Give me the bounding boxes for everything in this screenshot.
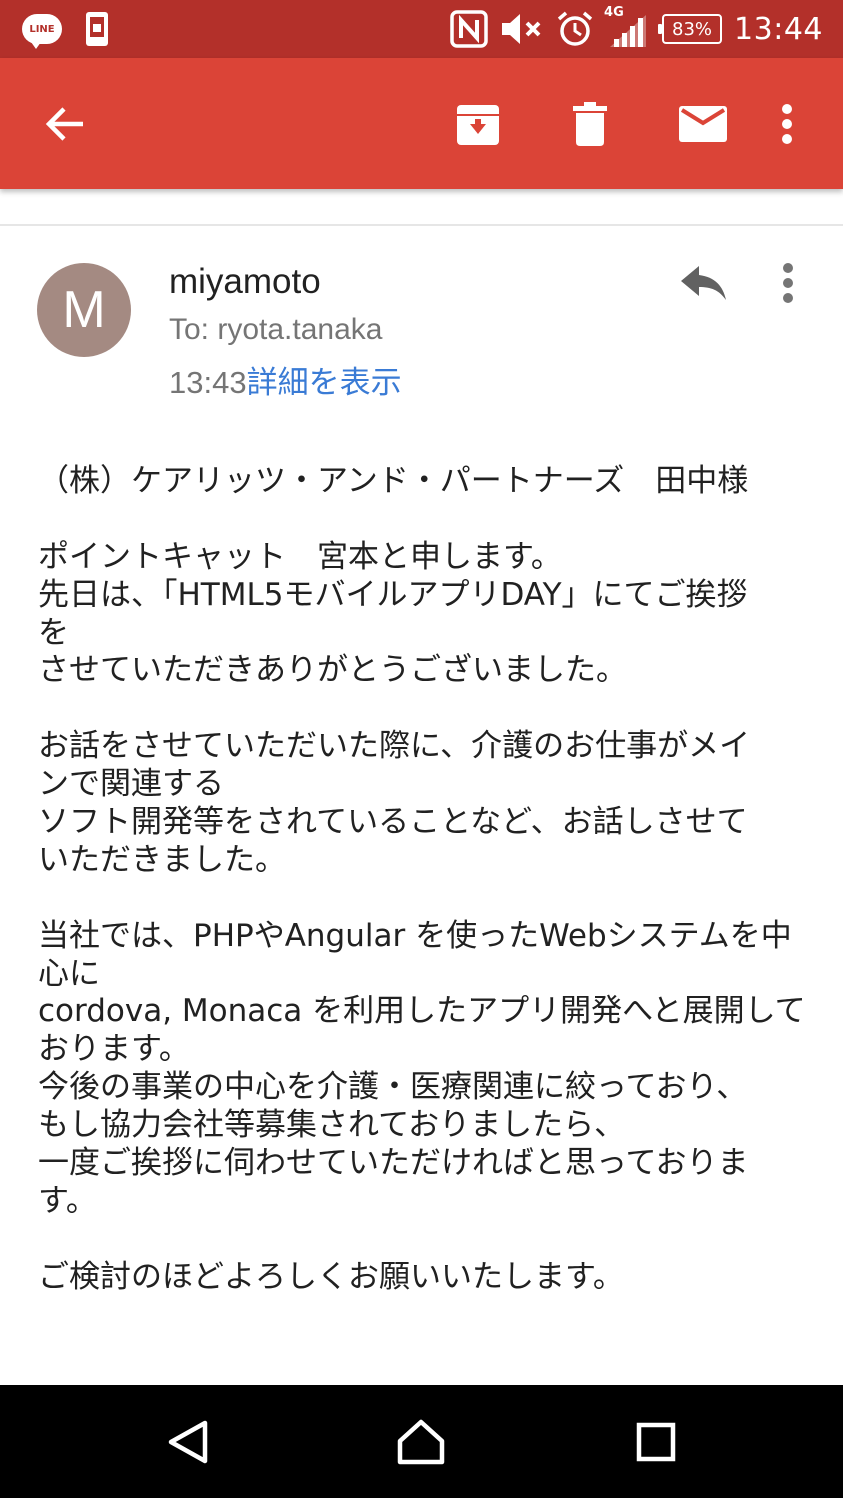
- status-bar-right: 4G 83% 13:44: [450, 0, 823, 58]
- status-bar: LINE 4G 83% 13:44: [0, 0, 843, 58]
- body-line: 今後の事業の中心を介護・医療関連に絞っており、: [38, 1069, 748, 1106]
- more-vert-icon: [783, 263, 793, 303]
- body-line: 一度ご挨拶に伺わせていただければと思っておりま: [38, 1145, 749, 1182]
- status-bar-left: LINE: [22, 0, 110, 58]
- body-line: ソフト開発等をされていることなど、お話しさせて: [38, 804, 748, 841]
- avatar-initial: M: [62, 281, 106, 339]
- more-vert-icon: [782, 103, 792, 144]
- body-line: 先日は、「HTML5モバイルアプリDAY」にてご挨拶: [38, 576, 748, 613]
- body-line: す。: [38, 1182, 97, 1219]
- message-meta: 13:43詳細を表示: [169, 357, 402, 402]
- recipient-line: To: ryota.tanaka: [169, 313, 383, 346]
- reply-button[interactable]: [676, 258, 732, 308]
- sender-name: miyamoto: [169, 262, 321, 301]
- recents-square-icon: [636, 1422, 676, 1461]
- signal-icon: 4G: [604, 5, 650, 49]
- body-line: させていただきありがとうございました。: [38, 652, 627, 689]
- back-arrow-icon: [45, 106, 83, 141]
- line-icon: LINE: [22, 14, 62, 49]
- message-toolbar: [0, 58, 843, 189]
- delete-icon: [573, 101, 607, 146]
- mark-unread-button[interactable]: [672, 58, 734, 189]
- back-button[interactable]: [30, 58, 100, 189]
- body-line: cordova, Monaca を利用したアプリ開発へと展開して: [38, 993, 806, 1030]
- volume-mute-icon: [502, 14, 541, 44]
- line-app-label: LINE: [29, 23, 55, 35]
- nav-home-button[interactable]: [361, 1385, 481, 1498]
- body-line: お話をさせていただいた際に、介護のお仕事がメイ: [38, 728, 751, 765]
- archive-icon: [457, 104, 499, 145]
- divider: [0, 224, 843, 226]
- battery-icon: 83%: [658, 14, 723, 44]
- body-line: いただきました。: [38, 841, 286, 878]
- reply-icon: [681, 266, 726, 300]
- nfc-icon: [450, 10, 488, 48]
- message-body: （株）ケアリッツ・アンド・パートナーズ 田中様 ポイントキャット 宮本と申します。…: [38, 463, 808, 1297]
- home-icon: [397, 1419, 445, 1464]
- back-triangle-icon: [168, 1420, 208, 1463]
- show-details-link[interactable]: 詳細を表示: [247, 365, 402, 400]
- phone-notification-icon: [86, 12, 108, 46]
- battery-level: 83%: [672, 18, 713, 40]
- body-line: 当社では、PHPやAngular を使ったWebシステムを中: [38, 917, 792, 954]
- nav-recents-button[interactable]: [596, 1385, 716, 1498]
- alarm-icon: [557, 11, 593, 46]
- system-nav-bar: [0, 1385, 843, 1498]
- avatar[interactable]: M: [37, 263, 131, 357]
- body-line: ポイントキャット 宮本と申します。: [38, 538, 562, 575]
- gmail-message-screen: LINE 4G 83% 13:44 M miyamoto To: ryota.t…: [0, 0, 843, 1498]
- nav-back-button[interactable]: [128, 1385, 248, 1498]
- body-line: を: [38, 614, 69, 651]
- body-line: 心に: [38, 955, 100, 992]
- delete-button[interactable]: [560, 58, 620, 189]
- body-line: ご検討のほどよろしくお願いいたします。: [38, 1258, 624, 1295]
- body-line: ンで関連する: [38, 766, 224, 803]
- message-time: 13:43: [169, 365, 247, 400]
- message-more-button[interactable]: [768, 258, 808, 308]
- mark-unread-icon: [679, 105, 727, 142]
- body-line: おります。: [38, 1031, 190, 1068]
- status-time: 13:44: [734, 11, 823, 47]
- archive-button[interactable]: [446, 58, 510, 189]
- toolbar-more-button[interactable]: [764, 58, 810, 189]
- body-line: もし協力会社等募集されておりましたら、: [38, 1107, 626, 1144]
- body-line: （株）ケアリッツ・アンド・パートナーズ 田中様: [38, 463, 749, 499]
